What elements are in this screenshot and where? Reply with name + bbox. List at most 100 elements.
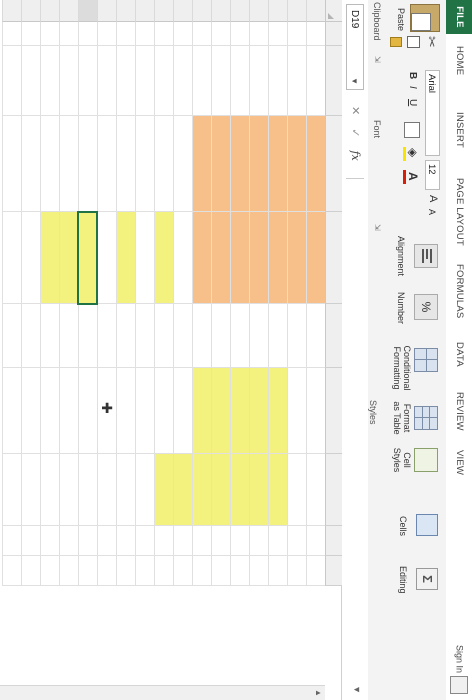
row-header-9[interactable] (268, 0, 287, 22)
bold-button[interactable]: B (407, 72, 418, 79)
grid-row-line (173, 22, 174, 586)
expand-formula-bar-icon[interactable]: ▼ (352, 685, 362, 694)
tab-insert[interactable]: INSERT (454, 112, 465, 148)
row-header-21[interactable] (40, 0, 59, 22)
tab-file[interactable]: FILE (446, 0, 472, 34)
grid-row-line (192, 22, 193, 586)
tab-page-layout[interactable]: PAGE LAYOUT (454, 178, 465, 246)
row-header-11[interactable] (230, 0, 249, 22)
clipboard-launcher-icon[interactable]: ⇲ (373, 56, 382, 63)
cells-icon[interactable] (416, 514, 438, 536)
tab-view[interactable]: VIEW (454, 450, 465, 475)
editing-icon[interactable]: Σ (416, 568, 438, 590)
copy-icon[interactable] (407, 36, 420, 48)
column-header-g[interactable] (325, 454, 342, 526)
styles-group: Conditional Formatting Format as Table C… (368, 340, 438, 490)
shrink-font-button[interactable]: A (427, 209, 437, 215)
font-launcher-icon[interactable]: ⇲ (373, 224, 382, 231)
sign-in-label: Sign In (454, 644, 465, 673)
name-box-value: D19 (349, 10, 360, 29)
clipboard-group-label: Clipboard (372, 2, 382, 41)
tab-home[interactable]: HOME (454, 46, 465, 75)
chevron-down-icon[interactable]: ▼ (345, 77, 363, 85)
italic-button[interactable]: I (407, 86, 418, 89)
selected-cell-d19[interactable] (77, 211, 98, 305)
column-header-c[interactable] (325, 116, 342, 212)
column-header-h[interactable] (325, 526, 342, 556)
column-header-i[interactable] (325, 556, 342, 586)
cell-styles-button[interactable]: Cell Styles (392, 440, 412, 480)
select-all-corner[interactable] (325, 0, 342, 22)
row-header-14[interactable] (173, 0, 192, 22)
row-header-20[interactable] (59, 0, 78, 22)
row-header-13[interactable] (192, 0, 211, 22)
tab-formulas[interactable]: FORMULAS (454, 264, 465, 318)
grow-font-button[interactable]: A (427, 195, 439, 202)
paste-icon[interactable] (410, 4, 440, 32)
scroll-up-icon[interactable]: ▲ (314, 689, 323, 697)
format-painter-icon[interactable] (390, 37, 402, 47)
grid-row-line (59, 22, 60, 586)
font-color-icon[interactable]: A (406, 172, 420, 181)
font-name-box[interactable]: Arial (425, 70, 440, 156)
vertical-scrollbar[interactable]: ▲ (0, 685, 325, 700)
row-header-17[interactable] (116, 0, 135, 22)
row-header-19[interactable] (78, 0, 97, 22)
sign-in[interactable]: Sign In (450, 645, 468, 694)
row-header-10[interactable] (249, 0, 268, 22)
underline-button[interactable]: U (407, 99, 418, 106)
column-header-a[interactable] (325, 22, 342, 46)
fill-color-icon[interactable]: ◈ (406, 148, 420, 157)
borders-icon[interactable] (404, 122, 420, 138)
column-header-f[interactable] (325, 368, 342, 454)
name-box[interactable]: D19 ▼ (346, 4, 364, 90)
excel-window: FILE HOME INSERT PAGE LAYOUT FORMULAS DA… (0, 0, 472, 700)
alignment-button[interactable]: Alignment (396, 236, 406, 276)
grid-row-line (211, 22, 212, 586)
grid-column-line (2, 115, 325, 116)
grid-column-line (2, 453, 325, 454)
cell-cursor-icon: ✚ (99, 402, 115, 414)
cell-styles-icon[interactable] (414, 448, 438, 472)
insert-function-icon[interactable]: fx (349, 151, 362, 161)
column-header-e[interactable] (325, 304, 342, 368)
column-header-d[interactable] (325, 212, 342, 304)
cut-icon[interactable]: ✂ (423, 36, 440, 48)
row-header-16[interactable] (135, 0, 154, 22)
row-header-8[interactable] (287, 0, 306, 22)
tab-data[interactable]: DATA (454, 342, 465, 367)
paste-button[interactable]: Paste (396, 8, 406, 31)
conditional-formatting-button[interactable]: Conditional Formatting (392, 340, 412, 396)
row-header-23[interactable] (2, 0, 21, 22)
row-header-15[interactable] (154, 0, 173, 22)
formula-bar: D19 ▼ ✕ ✓ fx ▼ (341, 0, 368, 700)
alignment-icon[interactable] (414, 244, 438, 268)
format-as-table-button[interactable]: Format as Table (392, 398, 412, 438)
editing-button[interactable]: Editing (398, 566, 408, 594)
font-size-box[interactable]: 12 (425, 160, 440, 190)
row-header-12[interactable] (211, 0, 230, 22)
percent-icon[interactable]: % (414, 294, 438, 320)
grid-row-line (249, 22, 250, 586)
deviation-input-fill (192, 368, 287, 454)
grid-row-line (230, 22, 231, 586)
enter-icon[interactable]: ✓ (349, 128, 361, 137)
cancel-icon[interactable]: ✕ (349, 106, 361, 115)
fill-color-swatch (403, 147, 406, 161)
grid-row-line (2, 22, 3, 586)
row-header-22[interactable] (21, 0, 40, 22)
cells-button[interactable]: Cells (398, 516, 408, 536)
number-button[interactable]: Number (396, 292, 406, 324)
format-as-table-icon[interactable] (414, 406, 438, 430)
formula-input[interactable] (346, 178, 364, 678)
formula-controls: ✕ ✓ fx (349, 106, 362, 161)
column-header-b[interactable] (325, 46, 342, 116)
editing-group: Σ Editing (378, 562, 438, 606)
conditional-formatting-icon[interactable] (414, 348, 438, 372)
styles-group-label: Styles (368, 400, 378, 425)
row-header-18[interactable] (97, 0, 116, 22)
account-icon (450, 676, 468, 694)
row-header-7[interactable] (306, 0, 325, 22)
tab-review[interactable]: REVIEW (454, 392, 465, 431)
grid-row-line (268, 22, 269, 586)
